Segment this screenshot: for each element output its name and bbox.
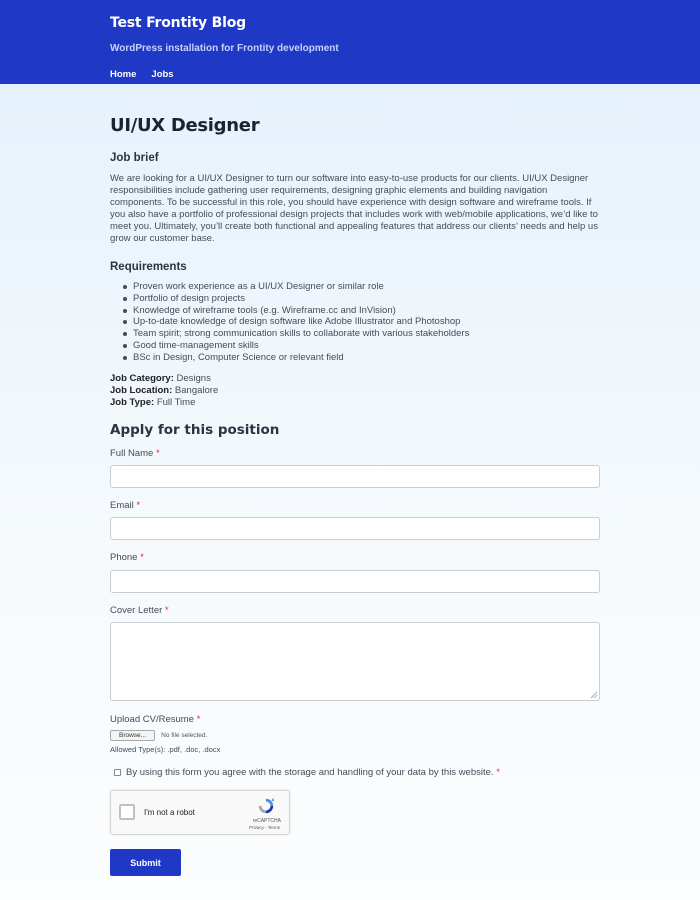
job-meta: Job Category: Designs Job Location: Bang… — [110, 373, 600, 409]
requirement-item: Knowledge of wireframe tools (e.g. Wiref… — [123, 305, 600, 317]
no-file-text: No file selected. — [161, 732, 208, 739]
required-mark: * — [136, 500, 141, 511]
requirements-heading: Requirements — [110, 261, 187, 273]
job-brief-text: We are looking for a UI/UX Designer to t… — [110, 173, 598, 244]
email-label: Email * — [110, 500, 141, 511]
apply-heading: Apply for this position — [110, 421, 280, 438]
submit-button[interactable]: Submit — [110, 849, 181, 876]
job-location-value: Bangalore — [174, 384, 219, 396]
job-type-value: Full Time — [156, 396, 196, 408]
allowed-types-text: Allowed Type(s): .pdf, .doc, .docx — [110, 745, 221, 754]
browse-button[interactable]: Browse... — [110, 730, 156, 741]
job-brief-heading: Job brief — [110, 152, 159, 164]
nav-link-jobs[interactable]: Jobs — [151, 69, 173, 80]
full-name-input[interactable] — [110, 465, 600, 488]
job-location-row: Job Location: Bangalore — [110, 385, 600, 397]
required-mark: * — [155, 448, 160, 459]
job-category-label: Job Category: — [110, 372, 174, 384]
required-mark: * — [164, 605, 169, 616]
email-input[interactable] — [110, 517, 600, 540]
job-content: UI/UX Designer Job brief We are looking … — [0, 84, 700, 438]
requirement-item: Good time-management skills — [123, 340, 600, 352]
nav-link-home[interactable]: Home — [110, 69, 136, 80]
file-upload: Browse... No file selected. Allowed Type… — [110, 724, 220, 754]
recaptcha-brand: reCAPTCHA — [252, 818, 281, 824]
site-title[interactable]: Test Frontity Blog — [110, 15, 700, 31]
site-description: WordPress installation for Frontity deve… — [110, 43, 339, 54]
requirement-item: Portfolio of design projects — [123, 293, 600, 305]
requirements-list: Proven work experience as a UI/UX Design… — [123, 281, 600, 364]
job-type-label: Job Type: — [110, 396, 155, 408]
required-mark: * — [496, 767, 500, 778]
requirement-item: Proven work experience as a UI/UX Design… — [123, 281, 600, 293]
recaptcha-logo-icon — [258, 797, 275, 814]
requirement-item: Team spirit; strong communication skills… — [123, 328, 600, 340]
job-title: UI/UX Designer — [110, 115, 260, 136]
phone-label: Phone * — [110, 552, 144, 563]
full-name-label: Full Name * — [110, 448, 160, 459]
consent-row: By using this form you agree with the st… — [114, 767, 500, 778]
requirement-item: Up-to-date knowledge of design software … — [123, 316, 600, 328]
main-nav: Home Jobs — [110, 69, 700, 80]
job-type-row: Job Type: Full Time — [110, 397, 600, 409]
recaptcha-widget: I'm not a robot reCAPTCHA Privacy - Term… — [110, 790, 290, 835]
consent-checkbox[interactable] — [114, 769, 121, 776]
resize-grip-icon[interactable] — [590, 691, 597, 698]
recaptcha-label: I'm not a robot — [144, 808, 195, 817]
requirement-item: BSc in Design, Computer Science or relev… — [123, 352, 600, 364]
recaptcha-checkbox[interactable] — [119, 804, 135, 820]
phone-input[interactable] — [110, 570, 600, 593]
recaptcha-privacy-terms[interactable]: Privacy - Terms — [249, 825, 280, 830]
job-category-row: Job Category: Designs — [110, 373, 600, 385]
job-category-value: Designs — [176, 372, 211, 384]
required-mark: * — [140, 552, 144, 563]
consent-label: By using this form you agree with the st… — [126, 767, 500, 778]
cover-letter-label: Cover Letter * — [110, 605, 169, 616]
job-location-label: Job Location: — [110, 384, 173, 396]
site-header: Test Frontity Blog WordPress installatio… — [0, 0, 700, 84]
cover-letter-textarea[interactable] — [110, 622, 600, 701]
